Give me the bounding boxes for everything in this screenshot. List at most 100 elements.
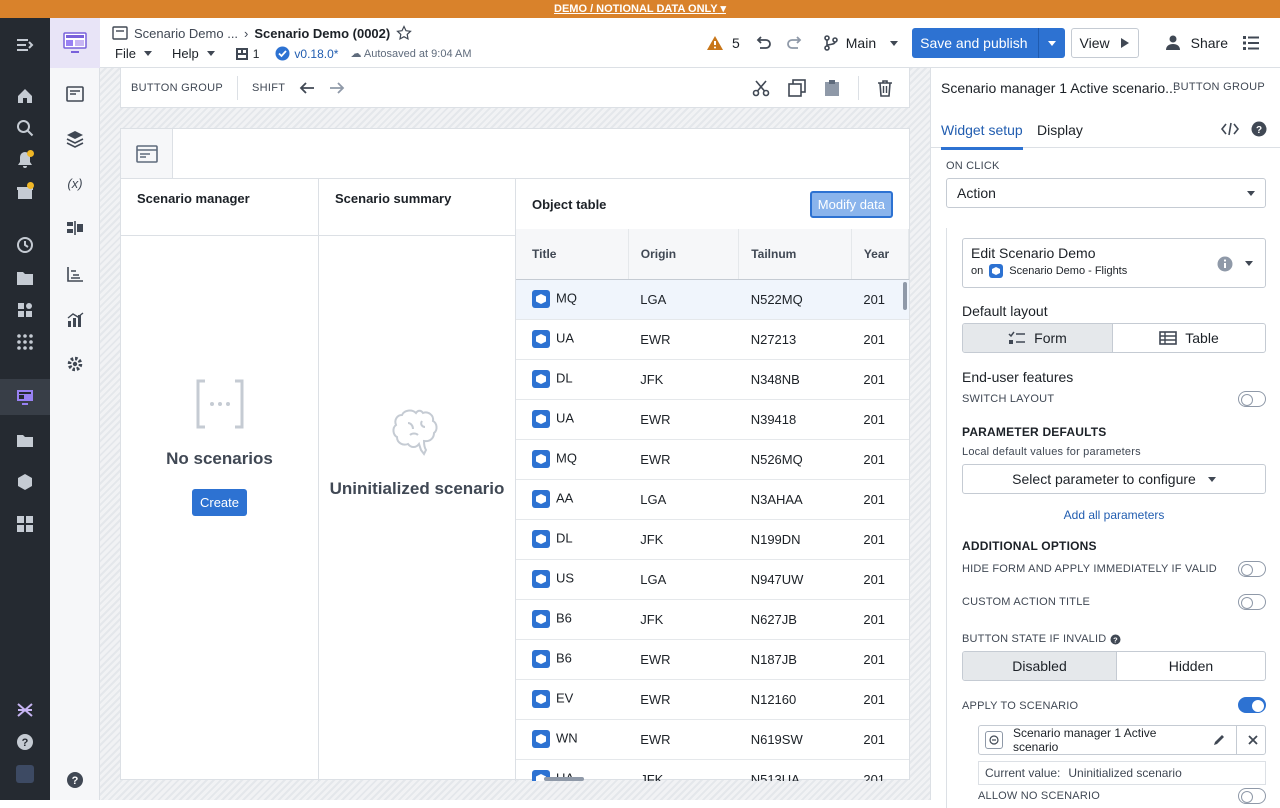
sidebar-help-icon[interactable]: ? (63, 768, 87, 792)
year-cell: 201 (851, 519, 909, 560)
table-row[interactable]: MQ LGA N522MQ 201 (516, 279, 909, 320)
undo-icon[interactable] (754, 35, 772, 51)
section-tab[interactable] (121, 129, 173, 179)
layout-form-option[interactable]: Form (963, 324, 1114, 352)
workshop-icon[interactable] (13, 385, 37, 409)
variables-icon[interactable]: (x) (63, 171, 87, 195)
pages-indicator[interactable]: 1 (235, 47, 259, 61)
table-row[interactable]: UA EWR N27213 201 (516, 319, 909, 360)
gifts-icon[interactable] (13, 180, 37, 204)
tab-widget-setup[interactable]: Widget setup (941, 122, 1023, 150)
menu-expand-icon[interactable] (13, 33, 37, 57)
timeline-icon[interactable] (63, 262, 87, 286)
help-icon[interactable]: ? (13, 730, 37, 754)
select-parameter-dropdown[interactable]: Select parameter to configure (962, 464, 1266, 494)
table-row[interactable]: DL JFK N348NB 201 (516, 359, 909, 400)
breadcrumb-parent[interactable]: Scenario Demo ... (134, 26, 238, 41)
cut-icon[interactable] (752, 79, 770, 97)
table-row[interactable]: EV EWR N12160 201 (516, 679, 909, 720)
close-icon[interactable] (1247, 734, 1259, 746)
allow-no-scenario-toggle[interactable] (1238, 788, 1266, 804)
branch-selector[interactable]: Main (823, 35, 899, 51)
history-icon[interactable] (13, 233, 37, 257)
apply-to-scenario-toggle[interactable] (1238, 697, 1266, 713)
redo-icon[interactable] (786, 35, 804, 51)
horizontal-scrollbar[interactable] (544, 777, 584, 781)
hide-form-toggle[interactable] (1238, 561, 1266, 577)
on-click-select[interactable]: Action (946, 178, 1266, 208)
custom-action-title-toggle[interactable] (1238, 594, 1266, 610)
table-row[interactable]: B6 EWR N187JB 201 (516, 639, 909, 680)
chevron-down-icon (1047, 40, 1056, 46)
state-hidden-option[interactable]: Hidden (1117, 652, 1265, 680)
vertical-scrollbar[interactable] (903, 282, 907, 310)
create-scenario-button[interactable]: Create (191, 489, 248, 516)
overview-list-icon[interactable] (1242, 35, 1260, 51)
notifications-icon[interactable] (13, 148, 37, 172)
home-icon[interactable] (13, 84, 37, 108)
tab-display[interactable]: Display (1037, 122, 1083, 138)
action-selector[interactable]: Edit Scenario Demo on Scenario Demo - Fl… (962, 238, 1266, 288)
panel-widget-title[interactable]: Scenario manager 1 Active scenario... (941, 80, 1177, 96)
version-badge[interactable]: v0.18.0* (275, 46, 338, 61)
save-options-dropdown[interactable] (1039, 40, 1065, 46)
avatar[interactable] (13, 762, 37, 786)
delete-trash-icon[interactable] (877, 79, 893, 97)
metrics-icon[interactable] (63, 308, 87, 332)
arrow-right-icon[interactable] (329, 81, 345, 95)
cell-text: LGA (640, 491, 667, 507)
cell-text: JFK (640, 371, 664, 387)
search-icon[interactable] (13, 116, 37, 140)
apps-grid-icon[interactable] (13, 330, 37, 354)
table-row[interactable]: B6 JFK N627JB 201 (516, 599, 909, 640)
info-icon[interactable] (1217, 256, 1233, 272)
warnings-button[interactable]: 5 (706, 35, 740, 51)
add-all-parameters-link[interactable]: Add all parameters (962, 508, 1266, 522)
table-row[interactable]: AA LGA N3AHAA 201 (516, 479, 909, 520)
paste-icon[interactable] (824, 79, 840, 97)
foundry-logo-icon[interactable] (13, 698, 37, 722)
favorite-star-icon[interactable] (396, 25, 413, 41)
table-row[interactable]: UA EWR N39418 201 (516, 399, 909, 440)
file-menu[interactable]: File (115, 46, 152, 61)
view-button[interactable]: View (1070, 28, 1139, 58)
layers-icon[interactable] (63, 127, 87, 151)
cell-text: N526MQ (750, 451, 803, 467)
state-disabled-option[interactable]: Disabled (963, 652, 1117, 680)
scenario-variable-field[interactable]: Scenario manager 1 Active scenario (978, 725, 1266, 755)
code-icon[interactable] (1221, 122, 1239, 136)
align-icon[interactable] (63, 216, 87, 240)
warning-icon (706, 36, 723, 50)
column-header-year[interactable]: Year (851, 229, 909, 280)
table-row[interactable]: DL JFK N199DN 201 (516, 519, 909, 560)
title-cell: DL (516, 359, 629, 400)
column-header-title[interactable]: Title (516, 229, 629, 280)
table-row[interactable]: WN EWR N619SW 201 (516, 719, 909, 760)
object-type-icon (532, 530, 550, 548)
switch-layout-toggle[interactable] (1238, 391, 1266, 407)
table-row[interactable]: US LGA N947UW 201 (516, 559, 909, 600)
widget-toolbar: BUTTON GROUP SHIFT (120, 68, 910, 108)
layout-table-option[interactable]: Table (1113, 324, 1265, 352)
table-row[interactable]: MQ EWR N526MQ 201 (516, 439, 909, 480)
settings-gear-icon[interactable] (63, 352, 87, 376)
folder-icon[interactable] (13, 266, 37, 290)
help-icon[interactable]: ? (1251, 121, 1267, 137)
arrow-left-icon[interactable] (299, 81, 315, 95)
projects-icon[interactable] (13, 298, 37, 322)
layout-icon[interactable] (63, 82, 87, 106)
save-and-publish-button[interactable]: Save and publish (912, 28, 1065, 58)
duplicate-icon[interactable] (788, 78, 806, 97)
help-icon[interactable]: ? (1110, 634, 1121, 645)
favorite-folder-icon[interactable] (13, 428, 37, 452)
button-state-toggle: Disabled Hidden (962, 651, 1266, 681)
modify-data-button[interactable]: Modify data (809, 190, 893, 218)
column-header-tailnum[interactable]: Tailnum (738, 229, 852, 280)
cell-text: 201 (863, 411, 886, 427)
dashboard-icon[interactable] (13, 512, 37, 536)
column-header-origin[interactable]: Origin (628, 229, 740, 280)
help-menu[interactable]: Help (172, 46, 215, 61)
object-icon[interactable] (13, 470, 37, 494)
share-button[interactable]: Share (1165, 35, 1228, 51)
edit-pencil-icon[interactable] (1212, 733, 1226, 747)
